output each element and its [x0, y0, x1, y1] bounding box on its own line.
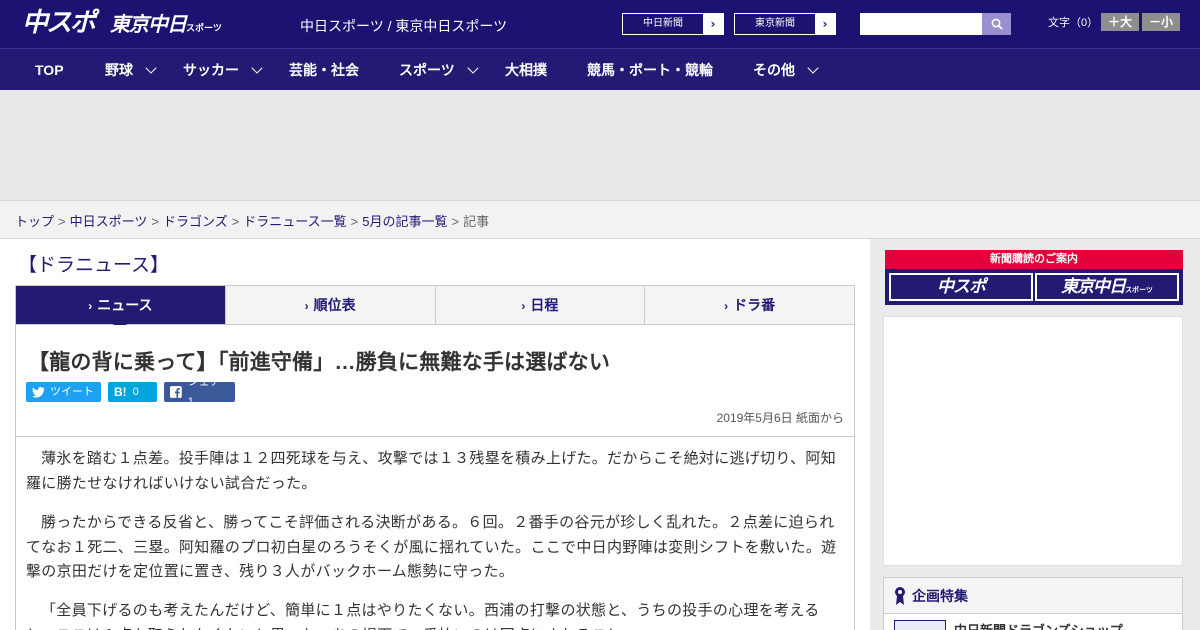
- tweet-label: ツイート: [50, 386, 94, 398]
- article-paragraph: 「全員下げるのも考えたんだけど、簡単に１点はやりたくない。西浦の打撃の状態と、う…: [26, 602, 820, 630]
- facebook-icon: [170, 386, 182, 398]
- main-nav: TOP 野球 サッカー 芸能・社会 スポーツ 大相撲 競馬・ボート・競輪 その他: [0, 48, 1200, 90]
- font-size-label: 文字（0）: [1048, 17, 1099, 29]
- chevron-right-icon: ›: [815, 14, 835, 34]
- article: 【龍の背に乗って】「前進守備」…勝負に無難な手は選ばない ツイート B! 0 シ…: [15, 325, 855, 630]
- breadcrumb: トップ > 中日スポーツ > ドラゴンズ > ドラニュース一覧 >5月の記事一覧 > 記事: [15, 211, 489, 230]
- tab-news[interactable]: › ニュース: [16, 286, 226, 332]
- tokyo-shimbun-link[interactable]: 東京新聞 ›: [734, 13, 836, 35]
- nav-item-entertainment[interactable]: 芸能・社会: [289, 49, 359, 91]
- feature-item-label: 中日新聞ドラゴンズショップ: [954, 620, 1123, 630]
- hatena-count: 0: [132, 386, 139, 398]
- promo-logo-small: スポーツ: [1125, 286, 1153, 294]
- breadcrumb-may-articles[interactable]: 5月の記事一覧: [362, 214, 447, 229]
- site-title: 中日スポーツ / 東京中日スポーツ: [300, 18, 508, 34]
- chevron-right-icon: ›: [304, 299, 309, 313]
- tab-standings[interactable]: › 順位表: [226, 286, 436, 324]
- breadcrumb-separator: >: [350, 214, 359, 229]
- breadcrumb-bar: トップ > 中日スポーツ > ドラゴンズ > ドラニュース一覧 >5月の記事一覧 > 記事: [0, 200, 1200, 239]
- article-dateline: 2019年5月6日 紙面から: [716, 411, 844, 425]
- breadcrumb-dora-news-list[interactable]: ドラニュース一覧: [243, 214, 346, 229]
- tokyo-chunichi-logo-small: スポーツ: [186, 24, 222, 34]
- ext-link-label: 東京新聞: [755, 18, 795, 29]
- nav-item-racing[interactable]: 競馬・ボート・競輪: [587, 49, 713, 91]
- nav-item-sports[interactable]: スポーツ: [399, 49, 479, 91]
- tokyo-chunichi-logo-text: 東京中日: [110, 12, 187, 36]
- tab-schedule[interactable]: › 日程: [436, 286, 646, 324]
- chevron-down-icon: [251, 61, 263, 74]
- promo-title: 新聞購読のご案内: [885, 250, 1183, 269]
- feature-title: 企画特集: [912, 587, 968, 604]
- nav-label: 芸能・社会: [289, 62, 359, 78]
- nav-label: 競馬・ボート・競輪: [587, 62, 713, 78]
- chevron-down-icon: [467, 61, 479, 74]
- tab-dora-ban[interactable]: › ドラ番: [645, 286, 854, 324]
- chuspo-logo[interactable]: 中スポ: [22, 8, 96, 38]
- breadcrumb-separator: >: [151, 214, 159, 229]
- nav-label: TOP: [35, 62, 64, 78]
- article-divider: [16, 436, 854, 437]
- sidebar-ad-slot: [883, 316, 1183, 566]
- nav-item-baseball[interactable]: 野球: [105, 49, 157, 91]
- nav-label: 野球: [105, 62, 133, 78]
- promo-tokyo-chunichi-logo[interactable]: 東京中日スポーツ: [1035, 273, 1179, 301]
- tab-label: 順位表: [313, 297, 356, 313]
- section-tabs: › ニュース › 順位表 › 日程 › ドラ番: [15, 285, 855, 332]
- tab-label: ドラ番: [733, 297, 776, 313]
- breadcrumb-separator: >: [231, 214, 240, 229]
- nav-label: 大相撲: [505, 62, 547, 78]
- feature-item[interactable]: 中日新聞ドラゴンズショップ: [894, 620, 1123, 630]
- ad-banner-area: [0, 90, 1200, 200]
- nav-item-other[interactable]: その他: [753, 49, 819, 91]
- subscription-promo[interactable]: 新聞購読のご案内 中スポ 東京中日スポーツ: [885, 250, 1183, 305]
- breadcrumb-chunichi-sports[interactable]: 中日スポーツ: [70, 214, 148, 229]
- chevron-right-icon: ›: [724, 299, 729, 313]
- font-increase-button[interactable]: ＋大: [1101, 13, 1139, 31]
- facebook-share-button[interactable]: シェア 1: [164, 376, 235, 408]
- tokyo-chunichi-logo[interactable]: 東京中日スポーツ: [110, 12, 222, 41]
- ext-link-label: 中日新聞: [643, 18, 683, 29]
- article-paragraph: 勝ったからできる反省と、勝ってこそ評価される決断がある。６回。２番手の谷元が珍し…: [26, 514, 837, 580]
- nav-label: スポーツ: [399, 62, 455, 78]
- section-title: 【ドラニュース】: [18, 255, 170, 276]
- breadcrumb-top[interactable]: トップ: [15, 214, 54, 229]
- hatena-bookmark-button[interactable]: B! 0: [108, 382, 157, 402]
- nav-label: サッカー: [183, 62, 239, 78]
- hatena-icon: B!: [114, 385, 127, 399]
- article-paragraph: 薄氷を踏む１点差。投手陣は１２四死球を与え、攻撃では１３残塁を積み上げた。だから…: [26, 450, 837, 492]
- article-headline: 【龍の背に乗って】「前進守備」…勝負に無難な手は選ばない: [28, 351, 611, 374]
- chevron-down-icon: [145, 61, 157, 74]
- breadcrumb-separator: >: [58, 214, 66, 229]
- nav-label: その他: [753, 62, 795, 78]
- nav-item-top[interactable]: TOP: [35, 49, 64, 91]
- promo-chuspo-logo[interactable]: 中スポ: [889, 273, 1033, 301]
- tab-label: 日程: [530, 297, 559, 313]
- chunichi-shimbun-link[interactable]: 中日新聞 ›: [622, 13, 724, 35]
- chevron-right-icon: ›: [703, 14, 723, 34]
- feature-header: 企画特集: [884, 578, 1182, 614]
- chevron-right-icon: ›: [88, 299, 93, 313]
- nav-item-sumo[interactable]: 大相撲: [505, 49, 547, 91]
- facebook-share-label: シェア 1: [187, 376, 221, 408]
- feature-thumbnail: [894, 620, 946, 630]
- search-input[interactable]: [860, 13, 982, 35]
- nav-item-soccer[interactable]: サッカー: [183, 49, 263, 91]
- breadcrumb-current: 記事: [463, 214, 490, 229]
- search-button[interactable]: [982, 13, 1011, 35]
- breadcrumb-separator: >: [451, 214, 460, 229]
- tab-label: ニュース: [97, 297, 153, 313]
- font-decrease-button[interactable]: －小: [1142, 13, 1180, 31]
- award-ribbon-icon: [895, 586, 905, 605]
- promo-logo-text: 東京中日: [1061, 277, 1126, 297]
- tweet-button[interactable]: ツイート: [26, 382, 101, 402]
- feature-box: 企画特集 中日新聞ドラゴンズショップ: [883, 577, 1183, 630]
- chevron-down-icon: [807, 61, 819, 74]
- twitter-icon: [32, 386, 45, 398]
- search-icon: [991, 18, 1003, 30]
- breadcrumb-dragons[interactable]: ドラゴンズ: [163, 214, 228, 229]
- site-header: 中スポ 東京中日スポーツ 中日スポーツ / 東京中日スポーツ 中日新聞 › 東京…: [0, 0, 1200, 48]
- chevron-right-icon: ›: [521, 299, 526, 313]
